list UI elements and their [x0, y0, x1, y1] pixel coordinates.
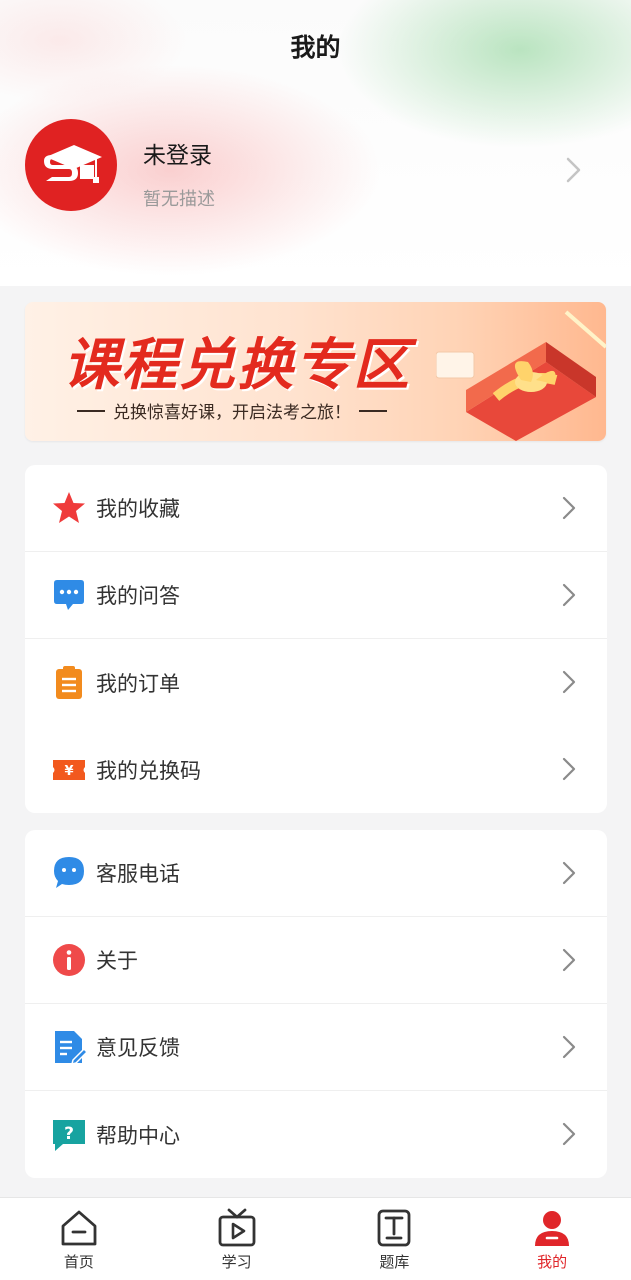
divider: [77, 409, 105, 412]
user-description: 暂无描述: [143, 189, 215, 210]
menu-item-label: 我的问答: [96, 584, 180, 608]
menu-card-personal: 我的收藏 我的问答 我的订单 ¥ 我的兑换码: [25, 465, 607, 813]
clipboard-icon: [51, 665, 87, 701]
menu-item-label: 我的订单: [96, 671, 180, 696]
page-title: 我的: [290, 33, 341, 62]
chat-bubble-icon: [51, 577, 87, 613]
menu-item-label: 我的兑换码: [96, 758, 201, 783]
help-icon: ?: [51, 1117, 87, 1153]
menu-item-about[interactable]: 关于: [25, 917, 607, 1004]
home-icon: [59, 1208, 99, 1248]
user-icon: [532, 1208, 572, 1248]
info-icon: [51, 942, 87, 978]
menu-item-label: 关于: [96, 949, 138, 973]
menu-item-qa[interactable]: 我的问答: [25, 552, 607, 639]
chevron-right-icon: [562, 496, 576, 520]
chevron-right-icon: [562, 583, 576, 607]
menu-item-label: 我的收藏: [96, 497, 180, 521]
menu-item-orders[interactable]: 我的订单: [25, 639, 607, 726]
menu-item-label: 帮助中心: [96, 1123, 180, 1148]
menu-item-customer-service[interactable]: 客服电话: [25, 830, 607, 917]
chevron-right-icon: [562, 670, 576, 694]
customer-service-icon: [51, 855, 87, 891]
user-name[interactable]: 未登录: [143, 136, 212, 170]
tab-label: 题库: [379, 1253, 410, 1271]
chevron-right-icon: [562, 1122, 576, 1146]
banner-subtitle: 兑换惊喜好课，开启法考之旅！: [77, 398, 387, 423]
bottom-tab-bar: 首页 学习 题库 我的: [0, 1197, 631, 1280]
svg-text:?: ?: [64, 1124, 74, 1144]
feedback-doc-icon: [51, 1029, 87, 1065]
profile-header: 我的 未登录 暂无描述: [0, 0, 631, 286]
chevron-right-icon: [562, 948, 576, 972]
banner-subtitle-text: 兑换惊喜好课，开启法考之旅！: [113, 403, 351, 423]
course-exchange-banner[interactable]: 课程兑换专区 兑换惊喜好课，开启法考之旅！: [25, 302, 606, 441]
tab-label: 学习: [221, 1253, 252, 1271]
chevron-right-icon: [562, 861, 576, 885]
yen-ticket-icon: ¥: [51, 752, 87, 788]
chevron-right-icon[interactable]: [562, 155, 584, 185]
menu-item-redeem-code[interactable]: ¥ 我的兑换码: [25, 726, 607, 813]
tv-play-icon: [217, 1208, 257, 1248]
menu-card-support: 客服电话 关于 意见反馈 ? 帮助中心: [25, 830, 607, 1178]
menu-item-help-center[interactable]: ? 帮助中心: [25, 1091, 607, 1178]
tab-question-bank[interactable]: 题库: [316, 1198, 474, 1280]
chevron-right-icon: [562, 757, 576, 781]
gift-box-illustration: [436, 310, 606, 441]
tab-label: 我的: [537, 1253, 568, 1271]
question-bank-icon: [374, 1208, 414, 1248]
menu-item-label: 客服电话: [96, 862, 180, 886]
avatar[interactable]: [25, 119, 117, 211]
svg-text:¥: ¥: [64, 764, 73, 779]
menu-item-favorites[interactable]: 我的收藏: [25, 465, 607, 552]
menu-item-label: 意见反馈: [96, 1036, 180, 1060]
banner-title: 课程兑换专区: [63, 333, 411, 398]
tab-study[interactable]: 学习: [158, 1198, 316, 1280]
graduation-cap-logo-icon: [44, 145, 102, 183]
menu-item-feedback[interactable]: 意见反馈: [25, 1004, 607, 1091]
tab-home[interactable]: 首页: [0, 1198, 158, 1280]
tab-mine[interactable]: 我的: [473, 1198, 631, 1280]
star-icon: [51, 490, 87, 526]
tab-label: 首页: [63, 1253, 94, 1271]
divider: [359, 409, 387, 412]
chevron-right-icon: [562, 1035, 576, 1059]
